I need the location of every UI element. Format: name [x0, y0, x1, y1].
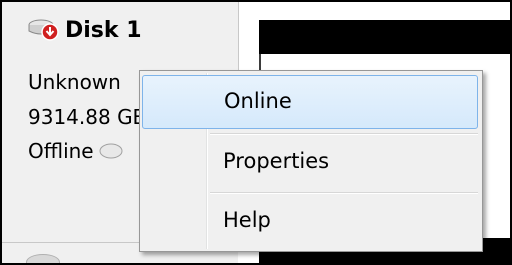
menu-item-help[interactable]: Help — [142, 195, 478, 249]
menu-item-properties-label: Properties — [223, 149, 330, 173]
disk-type-label: Unknown — [28, 70, 121, 94]
menu-item-help-label: Help — [223, 208, 271, 232]
offline-info-icon — [98, 141, 124, 159]
menu-item-online-label: Online — [224, 89, 292, 113]
disk-status-label: Offline — [28, 139, 94, 163]
menu-separator — [210, 133, 478, 135]
context-menu: Online Properties Help — [139, 70, 483, 252]
disk-size-label: 9314.88 GB — [28, 105, 147, 129]
volume-header-bar — [259, 20, 510, 54]
disk-offline-icon — [28, 16, 62, 44]
disk-status-row: Offline — [28, 139, 124, 163]
disk-icon — [26, 254, 60, 263]
menu-separator — [210, 192, 478, 194]
menu-item-properties[interactable]: Properties — [142, 136, 478, 190]
menu-item-online[interactable]: Online — [142, 75, 478, 129]
disk-title: Disk 1 — [28, 16, 142, 44]
disk-management-view: Disk 1 Unknown 9314.88 GB Offline Online… — [0, 0, 512, 265]
disk-name: Disk 1 — [65, 17, 142, 43]
